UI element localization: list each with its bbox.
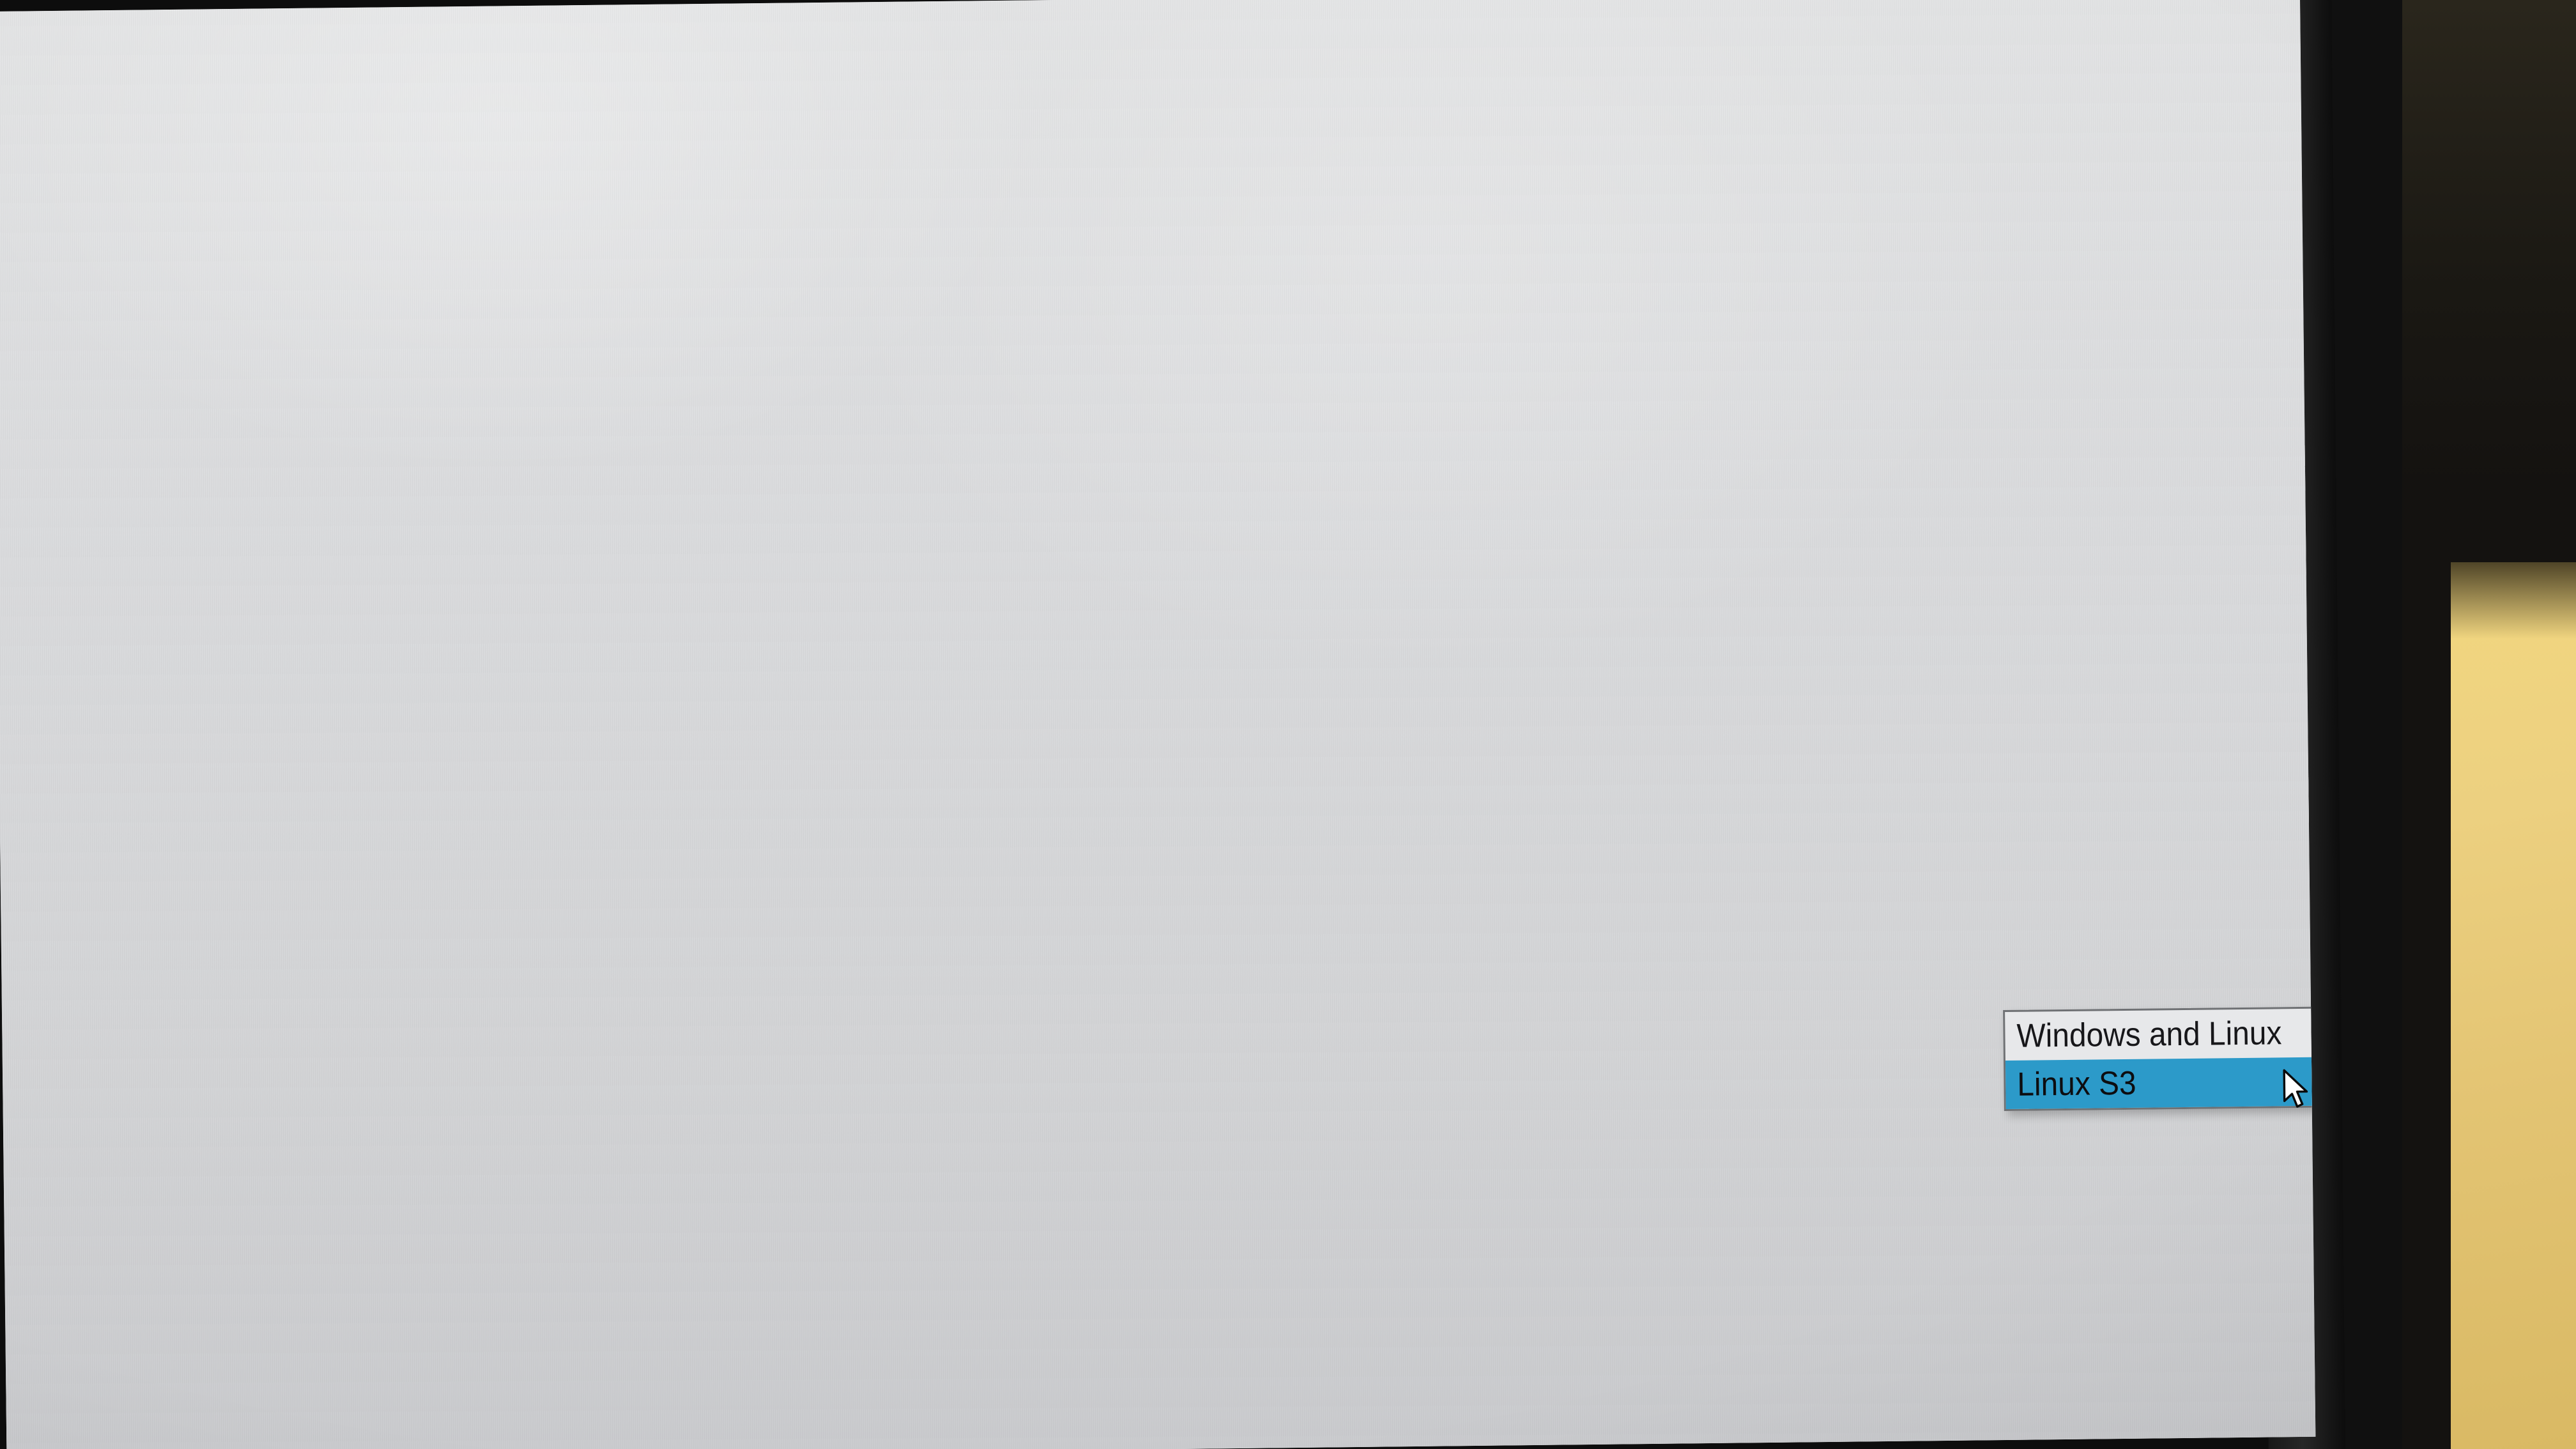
chevron-right-icon (776, 466, 806, 503)
select-value: Maximize Performance (2010, 450, 2316, 491)
sidebar-item-label: Config (150, 608, 259, 656)
chevron-right-icon (750, 965, 780, 1002)
page-title: Power (741, 178, 873, 236)
lenovo-trademark-symbol: ™ (359, 1282, 376, 1301)
toggle-knob (2005, 703, 2042, 739)
setting-label: Automatic Power On (813, 877, 1116, 921)
toggle-cpu-power-management[interactable] (1998, 615, 2097, 661)
mouse-cursor-icon (2281, 1069, 2310, 1110)
thinkpad-logo-red-dot (210, 82, 231, 109)
upload-icon (69, 856, 122, 909)
select-value: Balanced (2011, 535, 2140, 574)
sidebar-item-startup[interactable]: Startup (0, 835, 641, 925)
sidebar-nav: Main Config Date/Time Security Startup R… (0, 503, 642, 1008)
setting-label: Intel® SpeedStep Technology (793, 294, 1229, 339)
toggle-state-label: Off (2113, 702, 2153, 739)
back-arrow-icon[interactable] (740, 86, 782, 131)
toggle-state-label: On (2112, 618, 2152, 656)
lenovo-logo-text: Lenovo (111, 1233, 348, 1308)
toggle-power-on-with-ac-attach[interactable] (1999, 698, 2097, 744)
bios-setup-screen: ThinkPad Setup Main Config Date/Time Sec… (0, 0, 2316, 1449)
chevron-right-icon (743, 301, 773, 338)
sidebar: ThinkPad Setup Main Config Date/Time Sec… (0, 4, 648, 1377)
restart-icon (70, 939, 123, 992)
dropdown-option-label: Windows and Linux (2016, 1015, 2282, 1055)
chevron-right-icon (748, 799, 778, 836)
sliders-icon (66, 607, 119, 660)
setting-label: Sleep State (799, 795, 970, 838)
thinkpad-logo: ThinkPad (53, 76, 397, 183)
setting-control: Maximize Performance (1997, 444, 2316, 496)
toggle-state-label: On (2108, 286, 2149, 323)
setting-control: Off (1999, 697, 2156, 744)
toggle-knob (2054, 619, 2091, 656)
setting-label: Scheme for AC (826, 462, 1048, 505)
setting-group-label: Adaptive Thermal Management (772, 377, 1231, 423)
background-desk-surface (2451, 562, 2576, 1449)
setting-label: Disable Built-in Battery (801, 960, 1135, 1004)
sidebar-item-label: Date/Time (150, 691, 323, 739)
chevron-right-icon (776, 549, 806, 586)
settings-list: Intel® SpeedStep Technology On Adaptive (634, 261, 2316, 1027)
sidebar-item-restart[interactable]: Restart (1, 918, 641, 1008)
breadcrumb[interactable]: Config (740, 81, 935, 134)
sidebar-item-label: Restart (153, 940, 275, 988)
setting-control: Balanced (1997, 527, 2316, 579)
clock-icon (68, 690, 121, 743)
sidebar-item-label: Startup (152, 857, 274, 905)
footer-shortcut-label: Save and Exit (1561, 1407, 1751, 1447)
select-sleep-state[interactable]: Linux S3 (2000, 776, 2316, 829)
footer-shortcut-key: F10 (1475, 1410, 1529, 1448)
enter-hint-label: Enter (2004, 1123, 2067, 1156)
sidebar-item-date-time[interactable]: Date/Time (0, 669, 640, 759)
lock-icon (68, 773, 121, 826)
setting-label: Power On with AC Attach (798, 710, 1167, 755)
sidebar-item-label: Security (151, 774, 288, 822)
footer-shortcut-save-and-exit[interactable]: F10 Save and Exit (1476, 1407, 1767, 1448)
lenovo-logo: Lenovo ™ (87, 1213, 418, 1327)
setting-label: Scheme for Battery (827, 544, 1110, 588)
select-scheme-for-battery[interactable]: Balanced (1997, 527, 2316, 579)
chevron-right-icon (747, 633, 777, 670)
chevron-right-icon (747, 716, 778, 753)
sidebar-item-security[interactable]: Security (0, 752, 640, 842)
sidebar-item-config[interactable]: Config (0, 586, 639, 676)
toggle-intel-speedstep-technology[interactable] (1995, 282, 2093, 329)
desk-shadow (2451, 562, 2576, 639)
select-value: Linux S3 (2014, 784, 2134, 823)
dropdown-option-linux-s3[interactable]: Linux S3 (2005, 1056, 2316, 1110)
dropdown-option-windows-and-linux[interactable]: Windows and Linux (2005, 1008, 2315, 1061)
photo-of-laptop-screen: ThinkPad Setup Main Config Date/Time Sec… (0, 0, 2576, 1449)
setting-label: CPU Power Management (797, 627, 1172, 671)
dropdown-sleep-state-options[interactable]: Windows and Linux Linux S3 (2003, 1006, 2316, 1112)
sidebar-item-main[interactable]: Main (0, 503, 638, 593)
select-scheme-for-ac[interactable]: Maximize Performance (1997, 444, 2316, 496)
main-pane: Config Power Intel® SpeedStep Technology (631, 0, 2316, 1370)
breadcrumb-label: Config (806, 82, 926, 134)
setting-control: On (1998, 614, 2155, 661)
setting-control: On (1995, 282, 2152, 329)
sidebar-item-label: Main (148, 525, 231, 573)
setting-control: Linux S3 (2000, 776, 2316, 829)
arrow-right-icon (749, 882, 792, 920)
toggle-knob (2050, 287, 2087, 324)
dropdown-option-label: Linux S3 (2017, 1064, 2136, 1103)
home-icon (66, 524, 119, 577)
setup-title: Setup (56, 345, 180, 405)
